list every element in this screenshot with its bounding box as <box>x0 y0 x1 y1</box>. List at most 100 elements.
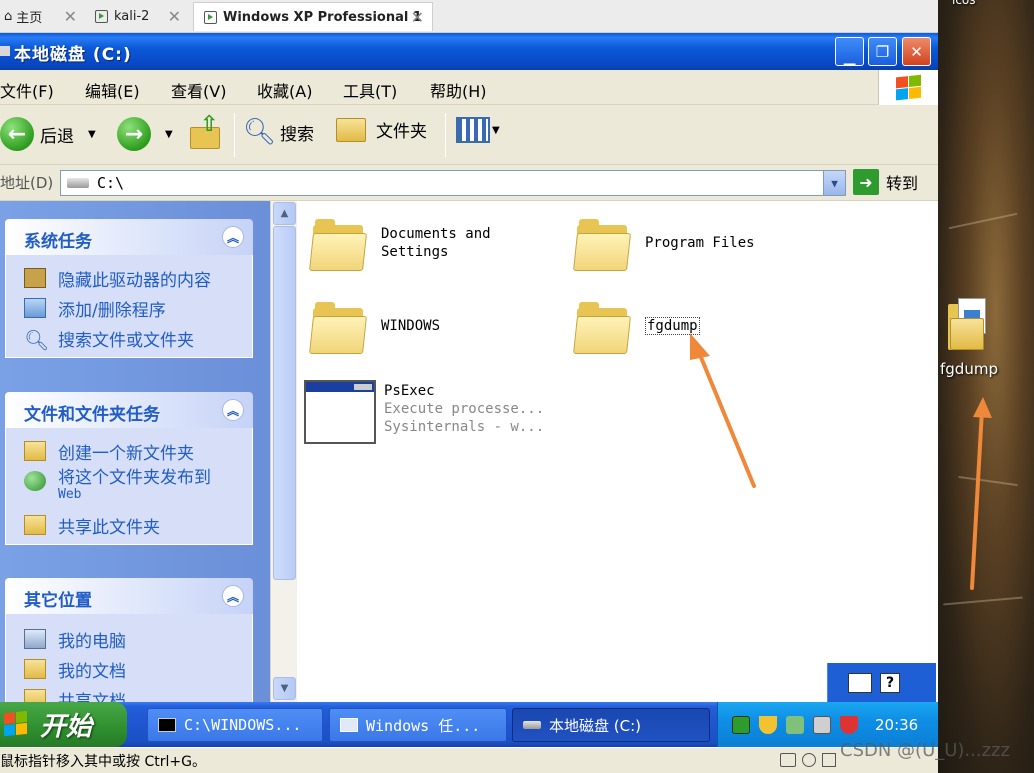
up-folder-button[interactable]: ⇧ <box>190 114 222 149</box>
start-button[interactable]: 开始 <box>0 702 127 747</box>
place-my-documents[interactable]: 我的文档 <box>6 654 252 684</box>
file-item-selected[interactable]: fgdump <box>573 302 700 354</box>
file-name: PsExec <box>384 383 435 399</box>
scroll-up-button[interactable]: ▲ <box>273 202 296 225</box>
close-icon[interactable]: ✕ <box>411 8 424 27</box>
back-button[interactable]: ← 后退 ▼ <box>0 117 96 151</box>
task-new-folder[interactable]: 创建一个新文件夹 <box>6 436 252 466</box>
dropdown-arrow-icon[interactable]: ▼ <box>165 129 173 140</box>
address-input[interactable]: C:\ ▼ <box>60 170 846 196</box>
taskbar: 开始 C:\WINDOWS... Windows 任... 本地磁盘 (C:) … <box>0 702 938 747</box>
search-icon: 🔍︎ <box>24 328 50 352</box>
collapse-chevron-icon[interactable]: ︽ <box>222 226 244 248</box>
folders-button[interactable]: 文件夹 <box>336 117 427 142</box>
desktop-background <box>938 0 1034 773</box>
tab-kali[interactable]: kali-2 ✕ <box>91 2 189 31</box>
task-label: 搜索文件或文件夹 <box>58 330 194 351</box>
cd-icon[interactable] <box>802 753 816 767</box>
scroll-thumb[interactable] <box>273 226 296 580</box>
task-label-web: Web <box>58 487 82 502</box>
task-share-folder[interactable]: 共享此文件夹 <box>6 510 252 540</box>
place-my-computer[interactable]: 我的电脑 <box>6 624 252 654</box>
security-shield-icon[interactable] <box>759 715 777 734</box>
application-icon <box>304 380 376 444</box>
menu-file[interactable]: 文件(F) <box>0 78 54 102</box>
task-publish-web[interactable]: 将这个文件夹发布到 Web <box>6 466 252 510</box>
file-name: Settings <box>381 244 449 260</box>
dropdown-arrow-icon[interactable]: ▼ <box>88 129 96 140</box>
search-button[interactable]: 🔍︎ 搜索 <box>243 117 314 147</box>
back-label: 后退 <box>40 126 74 147</box>
minimize-button[interactable]: ▁ <box>835 37 864 66</box>
close-button[interactable]: ✕ <box>902 37 931 66</box>
scroll-down-button[interactable]: ▼ <box>273 677 296 700</box>
folder-icon <box>309 302 367 354</box>
file-item[interactable]: WINDOWS <box>309 302 440 354</box>
folder-icon <box>573 302 631 354</box>
computer-icon <box>24 629 46 649</box>
close-icon[interactable]: ✕ <box>168 7 181 26</box>
menu-edit[interactable]: 编辑(E) <box>85 78 140 102</box>
usb-icon[interactable] <box>822 753 836 767</box>
forward-button[interactable]: → ▼ <box>117 117 173 151</box>
tab-home[interactable]: ⌂ 主页 ✕ <box>0 2 85 31</box>
panel-header[interactable]: 系统任务 ︽ <box>5 219 253 255</box>
panel-title: 其它位置 <box>24 591 92 611</box>
menu-tools[interactable]: 工具(T) <box>343 78 397 102</box>
task-pane: 系统任务 ︽ 隐藏此驱动器的内容 添加/删除程序 🔍︎ 搜索文件或文件夹 文件和… <box>0 201 270 702</box>
task-label: 共享此文件夹 <box>58 517 160 538</box>
drive-icon <box>67 178 89 188</box>
tab-winxp-label: Windows XP Professional 1 <box>223 9 422 25</box>
search-icon: 🔍︎ <box>243 117 277 147</box>
taskbar-button-explorer[interactable]: 本地磁盘 (C:) <box>512 708 710 742</box>
task-add-remove[interactable]: 添加/删除程序 <box>6 293 252 323</box>
menu-favorites[interactable]: 收藏(A) <box>257 78 312 102</box>
desktop-top-label: icos <box>952 0 976 7</box>
task-label: 我的文档 <box>58 661 126 682</box>
taskbar-button-cmd[interactable]: C:\WINDOWS... <box>147 708 323 742</box>
go-arrow-icon: ➜ <box>853 169 879 195</box>
place-shared-documents[interactable]: 共享文档 <box>6 684 252 702</box>
task-hide-drive[interactable]: 隐藏此驱动器的内容 <box>6 263 252 293</box>
security-alert-icon[interactable] <box>840 715 858 734</box>
hdd-icon[interactable] <box>780 753 796 767</box>
file-view: Documents and Settings Program Files WIN… <box>297 201 938 702</box>
task-label: 将这个文件夹发布到 <box>58 468 211 488</box>
close-icon[interactable]: ✕ <box>64 7 77 26</box>
window-title-bar[interactable]: 本地磁盘 (C:) ▁ ❐ ✕ <box>0 33 938 70</box>
windows-flag-icon <box>895 74 922 101</box>
vertical-scrollbar[interactable]: ▲ ▼ <box>270 201 297 702</box>
network-icon[interactable] <box>732 715 750 734</box>
host-tab-bar: ⌂ 主页 ✕ kali-2 ✕ Windows XP Professional … <box>0 0 938 33</box>
panel-header[interactable]: 文件和文件夹任务 ︽ <box>5 392 253 428</box>
clock[interactable]: 20:36 <box>875 716 918 734</box>
window-title: 本地磁盘 (C:) <box>14 45 132 65</box>
keyboard-icon[interactable] <box>848 672 872 693</box>
go-button[interactable]: ➜ 转到 <box>853 169 918 195</box>
taskbar-button-label: 本地磁盘 (C:) <box>549 716 641 735</box>
collapse-chevron-icon[interactable]: ︽ <box>222 399 244 421</box>
menu-view[interactable]: 查看(V) <box>171 78 226 102</box>
vmware-icon[interactable] <box>813 715 831 734</box>
views-button[interactable]: ▼ <box>456 117 500 143</box>
task-search[interactable]: 🔍︎ 搜索文件或文件夹 <box>6 323 252 353</box>
file-description: Sysinternals - w... <box>384 419 545 435</box>
collapse-chevron-icon[interactable]: ︽ <box>222 585 244 607</box>
taskbar-button-taskmgr[interactable]: Windows 任... <box>329 708 507 742</box>
panel-header[interactable]: 其它位置 ︽ <box>5 578 253 614</box>
address-dropdown[interactable]: ▼ <box>823 171 845 195</box>
restore-button[interactable]: ❐ <box>868 37 897 66</box>
address-bar: 地址(D) C:\ ▼ ➜ 转到 <box>0 165 938 201</box>
update-icon[interactable] <box>786 715 804 734</box>
tab-winxp[interactable]: Windows XP Professional 1 ✕ <box>193 2 433 31</box>
tab-kali-label: kali-2 <box>114 9 150 24</box>
file-item[interactable]: PsExec Execute processe... Sysinternals … <box>299 380 544 444</box>
file-item[interactable]: Documents and Settings <box>309 219 491 271</box>
desktop-fgdump-icon[interactable] <box>948 298 990 353</box>
home-icon: ⌂ <box>4 9 13 24</box>
start-label: 开始 <box>40 712 93 742</box>
help-icon[interactable]: ? <box>880 672 900 693</box>
menu-help[interactable]: 帮助(H) <box>430 78 487 102</box>
file-item[interactable]: Program Files <box>573 219 755 271</box>
add-remove-programs-icon <box>24 298 46 318</box>
